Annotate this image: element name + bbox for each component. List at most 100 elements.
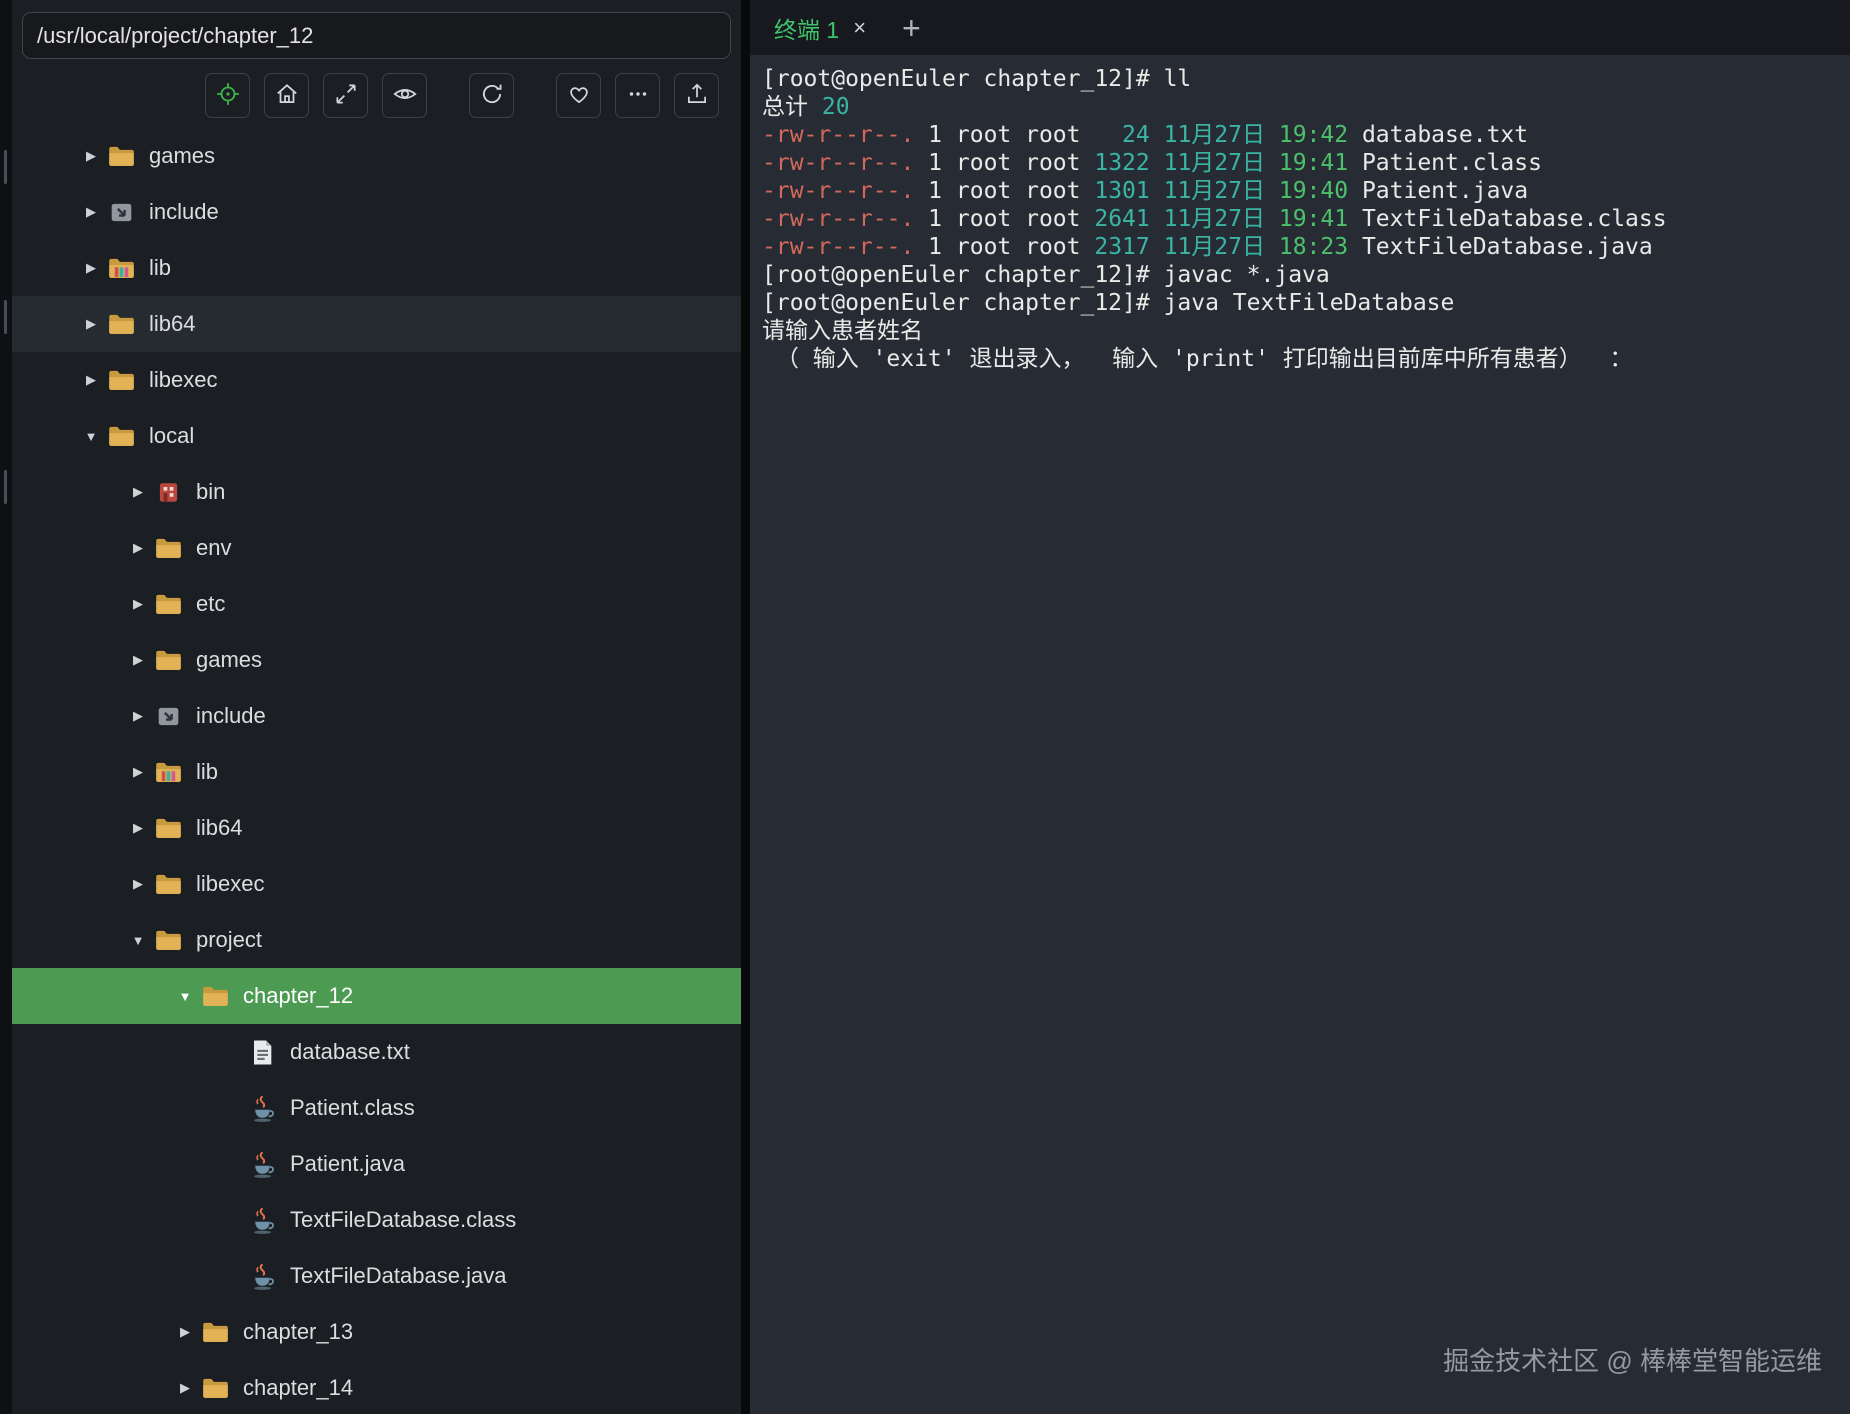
tree-item-lib[interactable]: ▶lib	[12, 240, 741, 296]
tree-item-lib64[interactable]: ▶lib64	[12, 800, 741, 856]
terminal-line: [root@openEuler chapter_12]# java TextFi…	[762, 289, 1838, 317]
file-java-icon	[247, 1207, 277, 1234]
tree-item-label: bin	[196, 479, 225, 505]
tree-item-label: include	[196, 703, 266, 729]
tree-item-games[interactable]: ▶ games	[12, 632, 741, 688]
chevron-right-icon[interactable]: ▶	[76, 260, 106, 276]
favorite-button[interactable]	[556, 73, 601, 118]
tree-item-chapter_12[interactable]: ▼ chapter_12	[12, 968, 741, 1024]
chevron-right-icon[interactable]: ▶	[123, 484, 153, 500]
tree-item-chapter_14[interactable]: ▶chapter_14	[12, 1360, 741, 1414]
chevron-right-icon[interactable]: ▶	[170, 1324, 200, 1340]
terminal-line: （ 输入 'exit' 退出录入， 输入 'print' 打印输出目前库中所有患…	[762, 345, 1838, 373]
tree-item-etc[interactable]: ▶etc	[12, 576, 741, 632]
tree-item-TextFileDatabase.class[interactable]: TextFileDatabase.class	[12, 1192, 741, 1248]
file-tree: ▶games▶include▶lib▶lib64▶libexec▼local▶b…	[12, 128, 741, 1414]
tree-item-label: games	[196, 647, 262, 673]
folder-icon	[200, 985, 230, 1008]
folder-bin-icon	[153, 481, 183, 504]
tree-item-bin[interactable]: ▶ bin	[12, 464, 741, 520]
chevron-right-icon[interactable]: ▶	[76, 148, 106, 164]
folder-icon	[153, 873, 183, 896]
chevron-down-icon[interactable]: ▼	[123, 933, 153, 948]
terminal-output[interactable]: [root@openEuler chapter_12]# ll总计 20-rw-…	[750, 55, 1850, 383]
more-button[interactable]	[615, 73, 660, 118]
folder-include-icon	[153, 705, 183, 728]
expand-button[interactable]	[323, 73, 368, 118]
left-edge-strip	[0, 0, 12, 1414]
terminal-line: -rw-r--r--. 1 root root 24 11月27日 19:42 …	[762, 121, 1838, 149]
home-button[interactable]	[264, 73, 309, 118]
tree-item-label: include	[149, 199, 219, 225]
folder-icon	[153, 929, 183, 952]
chevron-right-icon[interactable]: ▶	[76, 372, 106, 388]
terminal-line: -rw-r--r--. 1 root root 1301 11月27日 19:4…	[762, 177, 1838, 205]
file-java-icon	[247, 1095, 277, 1122]
edge-marker	[4, 470, 7, 504]
folder-icon	[200, 1321, 230, 1344]
ellipsis-icon	[625, 81, 651, 110]
tree-item-lib[interactable]: ▶lib	[12, 744, 741, 800]
tree-item-env[interactable]: ▶ env	[12, 520, 741, 576]
terminal-tabbar: 终端 1 × +	[750, 0, 1850, 55]
tree-item-chapter_13[interactable]: ▶chapter_13	[12, 1304, 741, 1360]
chevron-right-icon[interactable]: ▶	[123, 876, 153, 892]
watermark-text: 掘金技术社区 @ 棒棒堂智能运维	[1443, 1341, 1822, 1378]
tree-item-lib64[interactable]: ▶ lib64	[12, 296, 741, 352]
locate-button[interactable]	[205, 73, 250, 118]
tree-item-label: database.txt	[290, 1039, 410, 1065]
chevron-right-icon[interactable]: ▶	[76, 316, 106, 332]
tree-item-TextFileDatabase.java[interactable]: TextFileDatabase.java	[12, 1248, 741, 1304]
tree-item-project[interactable]: ▼project	[12, 912, 741, 968]
path-input[interactable]	[22, 12, 731, 59]
tree-item-libexec[interactable]: ▶ libexec	[12, 352, 741, 408]
chevron-right-icon[interactable]: ▶	[123, 540, 153, 556]
folder-icon	[200, 1377, 230, 1400]
new-tab-button[interactable]: +	[902, 12, 921, 44]
home-icon	[274, 81, 300, 110]
tree-item-database.txt[interactable]: database.txt	[12, 1024, 741, 1080]
tree-item-label: chapter_12	[243, 983, 353, 1009]
terminal-tab-label: 终端 1	[774, 11, 839, 45]
tree-item-games[interactable]: ▶games	[12, 128, 741, 184]
upload-icon	[684, 81, 710, 110]
panel-divider[interactable]	[741, 0, 750, 1414]
tree-item-include[interactable]: ▶ include	[12, 184, 741, 240]
tree-item-include[interactable]: ▶ include	[12, 688, 741, 744]
chevron-right-icon[interactable]: ▶	[123, 708, 153, 724]
folder-lib-icon	[153, 761, 183, 784]
chevron-right-icon[interactable]: ▶	[123, 764, 153, 780]
chevron-down-icon[interactable]: ▼	[76, 429, 106, 444]
chevron-right-icon[interactable]: ▶	[123, 596, 153, 612]
terminal-tab[interactable]: 终端 1 ×	[762, 0, 878, 55]
edge-marker	[4, 300, 7, 334]
tree-item-Patient.class[interactable]: Patient.class	[12, 1080, 741, 1136]
app-window: ▶games▶include▶lib▶lib64▶libexec▼local▶b…	[0, 0, 1850, 1414]
expand-arrows-icon	[333, 81, 359, 110]
tree-item-Patient.java[interactable]: Patient.java	[12, 1136, 741, 1192]
chevron-right-icon[interactable]: ▶	[170, 1380, 200, 1396]
chevron-right-icon[interactable]: ▶	[123, 652, 153, 668]
terminal-line: [root@openEuler chapter_12]# javac *.jav…	[762, 261, 1838, 289]
chevron-right-icon[interactable]: ▶	[123, 820, 153, 836]
upload-button[interactable]	[674, 73, 719, 118]
heart-icon	[566, 81, 592, 110]
refresh-icon	[479, 81, 505, 110]
file-panel: ▶games▶include▶lib▶lib64▶libexec▼local▶b…	[12, 0, 741, 1414]
chevron-right-icon[interactable]: ▶	[76, 204, 106, 220]
folder-icon	[106, 313, 136, 336]
crosshair-icon	[215, 81, 241, 110]
chevron-down-icon[interactable]: ▼	[170, 989, 200, 1004]
tree-item-label: libexec	[149, 367, 217, 393]
tree-item-label: env	[196, 535, 231, 561]
file-toolbar	[12, 72, 741, 119]
refresh-button[interactable]	[469, 73, 514, 118]
tree-item-local[interactable]: ▼local	[12, 408, 741, 464]
folder-icon	[153, 593, 183, 616]
close-icon[interactable]: ×	[853, 15, 866, 41]
tree-item-label: lib64	[149, 311, 195, 337]
preview-button[interactable]	[382, 73, 427, 118]
tree-item-libexec[interactable]: ▶libexec	[12, 856, 741, 912]
folder-icon	[106, 369, 136, 392]
folder-icon	[153, 649, 183, 672]
